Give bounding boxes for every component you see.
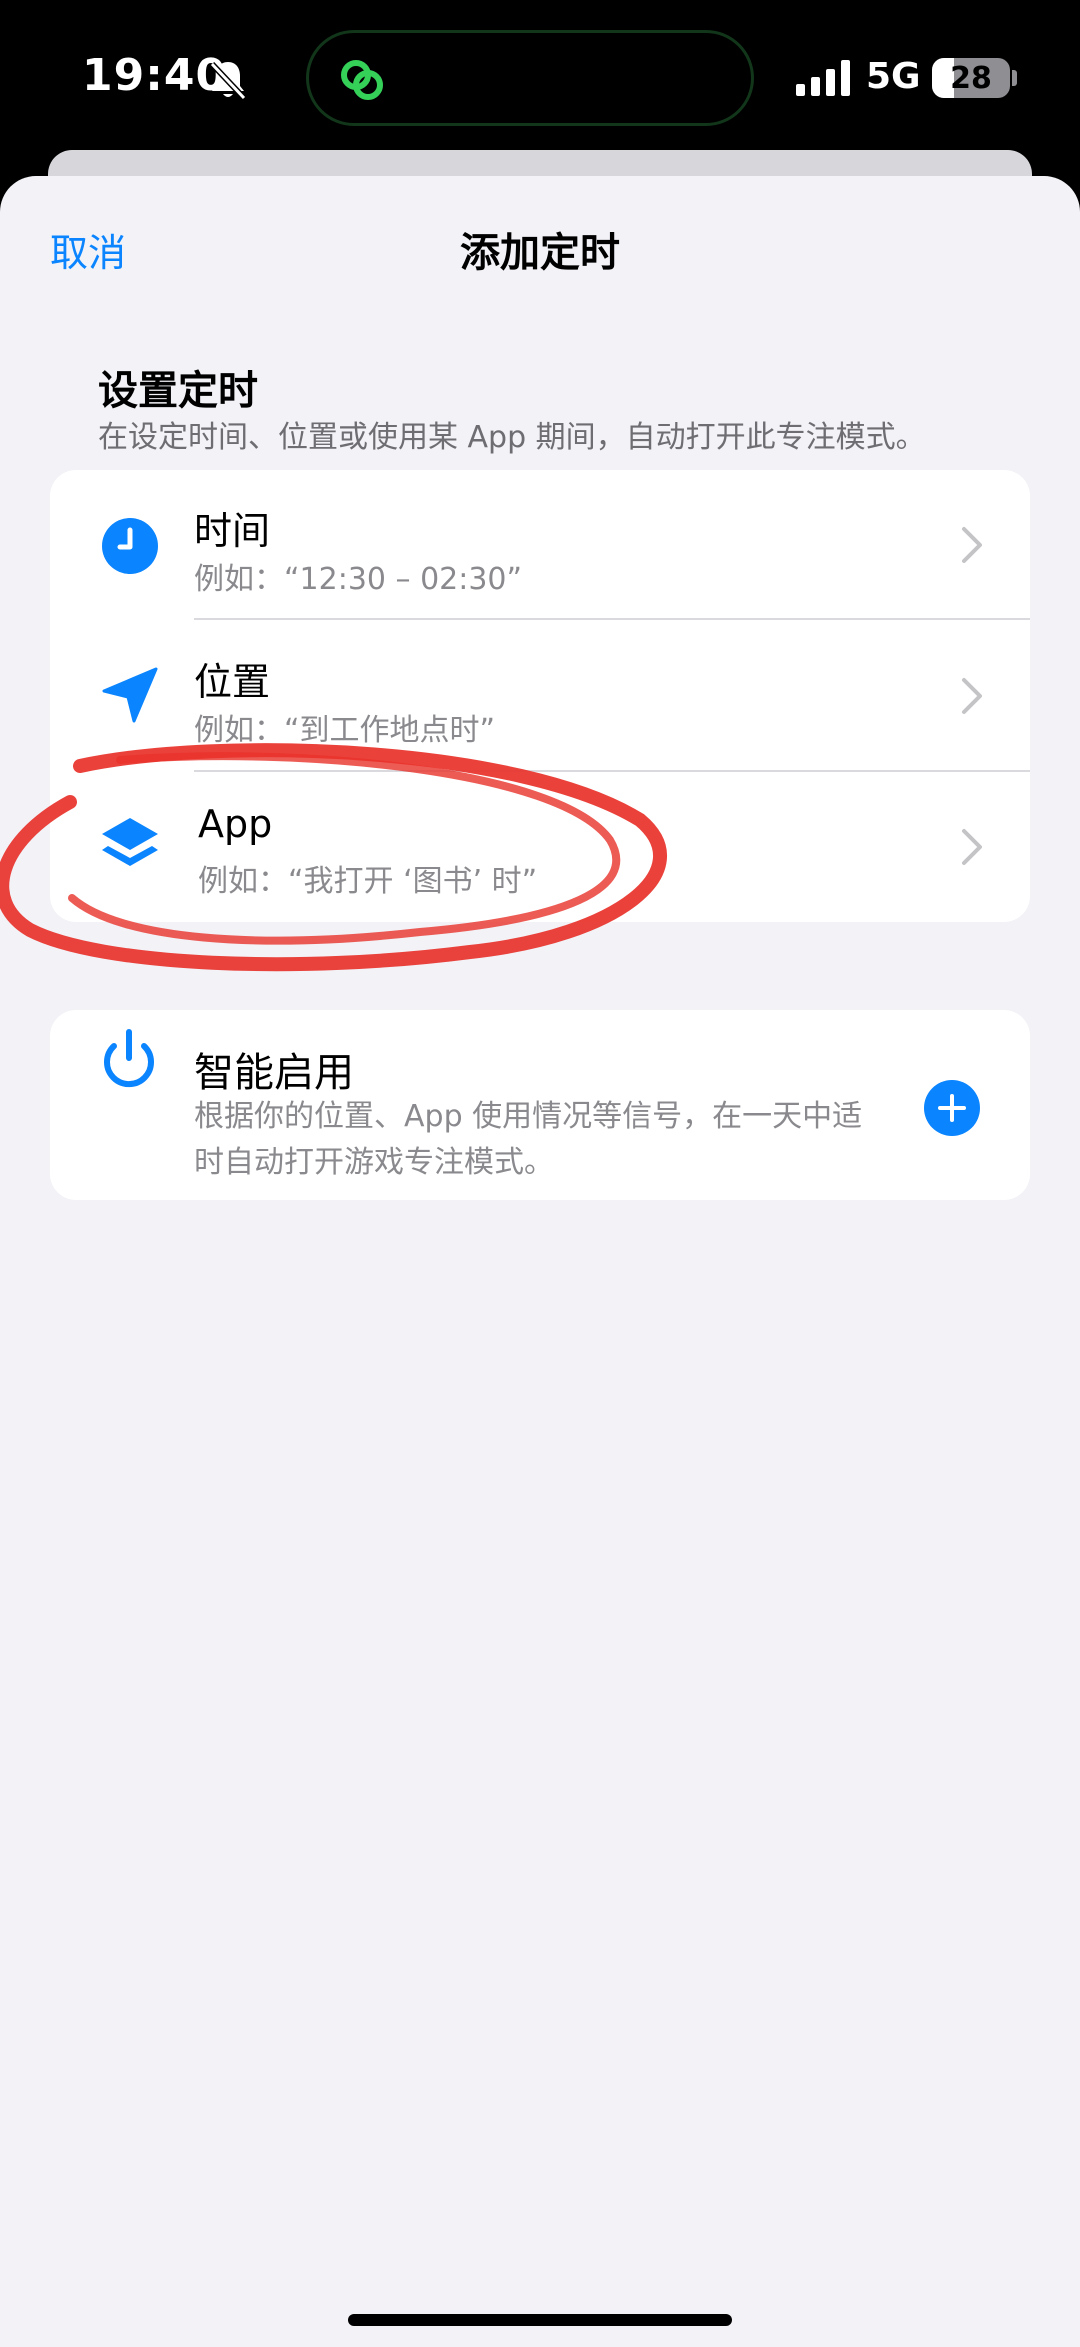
bell-slash-icon bbox=[209, 61, 247, 101]
smart-activation-card[interactable]: 智能启用 根据你的位置、App 使用情况等信号，在一天中适时自动打开游戏专注模式… bbox=[50, 1010, 1030, 1200]
battery-percent: 28 bbox=[950, 61, 992, 96]
plus-circle-icon[interactable] bbox=[924, 1080, 980, 1136]
focus-link-icon bbox=[341, 60, 383, 100]
schedule-option-time[interactable]: 时间 例如：“12:30 – 02:30” bbox=[50, 470, 1030, 620]
app-layers-icon bbox=[102, 818, 158, 866]
row-divider bbox=[194, 618, 1030, 620]
chevron-right-icon bbox=[962, 678, 982, 714]
status-time: 19:40 bbox=[82, 50, 228, 101]
clock-icon bbox=[102, 518, 158, 574]
schedule-options-card: 时间 例如：“12:30 – 02:30” 位置 例如：“到工作地点时” App… bbox=[50, 470, 1030, 922]
dynamic-island bbox=[306, 30, 754, 126]
option-subtitle: 例如：“12:30 – 02:30” bbox=[194, 562, 523, 597]
chevron-right-icon bbox=[962, 829, 982, 865]
network-type: 5G bbox=[866, 56, 921, 97]
home-indicator[interactable] bbox=[348, 2314, 732, 2326]
option-title: 时间 bbox=[194, 509, 271, 553]
section-description: 在设定时间、位置或使用某 App 期间，自动打开此专注模式。 bbox=[98, 420, 926, 455]
smart-activation-description: 根据你的位置、App 使用情况等信号，在一天中适时自动打开游戏专注模式。 bbox=[194, 1099, 863, 1180]
chevron-right-icon bbox=[962, 527, 982, 563]
page-title: 添加定时 bbox=[460, 230, 620, 276]
battery-tip bbox=[1012, 70, 1017, 86]
battery-icon: 28 bbox=[932, 58, 1010, 98]
option-subtitle: 例如：“我打开 ‘图书’ 时” bbox=[198, 864, 538, 899]
power-icon bbox=[104, 1029, 154, 1088]
option-title: 位置 bbox=[194, 660, 271, 704]
section-title: 设置定时 bbox=[98, 368, 258, 414]
cellular-signal-icon bbox=[796, 60, 850, 96]
option-title: App bbox=[198, 802, 273, 846]
location-arrow-icon bbox=[102, 667, 158, 723]
schedule-option-location[interactable]: 位置 例如：“到工作地点时” bbox=[50, 621, 1030, 771]
schedule-option-app[interactable]: App 例如：“我打开 ‘图书’ 时” bbox=[50, 772, 1030, 922]
option-subtitle: 例如：“到工作地点时” bbox=[194, 713, 496, 748]
smart-activation-title: 智能启用 bbox=[194, 1050, 354, 1096]
status-bar: 19:40 5G 28 bbox=[0, 0, 1080, 150]
